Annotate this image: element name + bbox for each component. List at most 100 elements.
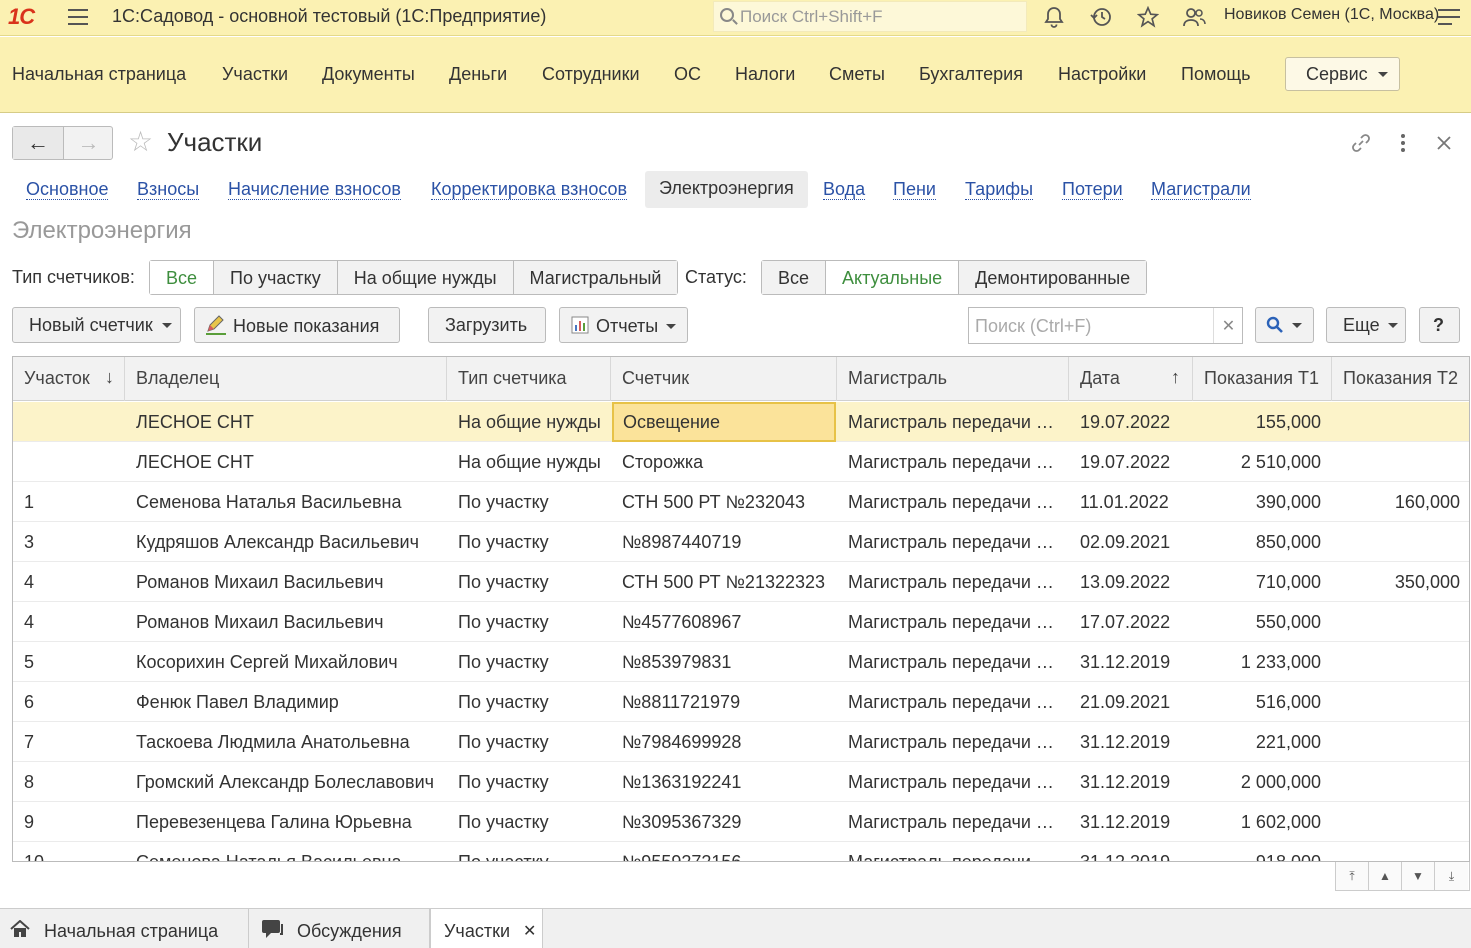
cell-reading-t2[interactable] <box>1332 642 1469 682</box>
clear-icon[interactable]: ✕ <box>1213 308 1243 343</box>
cell-main-line[interactable]: Магистраль передачи … <box>837 682 1069 722</box>
link-icon[interactable] <box>1348 130 1374 156</box>
window-tab-discussions[interactable]: Обсуждения <box>249 909 430 948</box>
cell-owner[interactable]: Фенюк Павел Владимир <box>125 682 447 722</box>
tab-fee-accrual[interactable]: Начисление взносов <box>228 179 401 200</box>
cell-reading-t2[interactable] <box>1332 682 1469 722</box>
cell-reading-t2[interactable] <box>1332 522 1469 562</box>
cell-reading-t2[interactable]: 350,000 <box>1332 562 1469 602</box>
table-row[interactable]: ЛЕСНОЕ СНТ На общие нужды Сторожка Магистра… <box>13 442 1469 482</box>
new-readings-button[interactable]: Новые показания <box>194 307 400 343</box>
menu-item-taxes[interactable]: Налоги <box>735 64 795 85</box>
cell-meter-type[interactable]: По участку <box>447 842 611 861</box>
window-tab-home[interactable]: Начальная страница <box>0 909 249 948</box>
tab-main[interactable]: Основное <box>26 179 109 200</box>
scroll-top-icon[interactable]: ⤒ <box>1336 862 1369 890</box>
cell-meter-type[interactable]: По участку <box>447 682 611 722</box>
cell-reading-t1[interactable]: 390,000 <box>1193 482 1332 522</box>
col-header-owner[interactable]: Владелец <box>125 357 447 401</box>
status-all[interactable]: Все <box>762 261 827 294</box>
users-icon[interactable] <box>1181 4 1207 30</box>
tab-penalties[interactable]: Пени <box>893 179 936 200</box>
service-button[interactable]: Сервис <box>1285 57 1400 91</box>
menu-item-help[interactable]: Помощь <box>1181 64 1251 85</box>
cell-reading-t2[interactable] <box>1332 762 1469 802</box>
cell-owner[interactable]: Таскоева Людмила Анатольевна <box>125 722 447 762</box>
cell-reading-t1[interactable]: 550,000 <box>1193 602 1332 642</box>
help-button[interactable]: ? <box>1419 307 1460 343</box>
favorite-star-icon[interactable]: ☆ <box>128 126 153 158</box>
load-button[interactable]: Загрузить <box>428 307 546 343</box>
col-header-meter-type[interactable]: Тип счетчика <box>447 357 611 401</box>
cell-meter[interactable]: Освещение <box>612 402 836 442</box>
cell-main-line[interactable]: Магистраль передачи … <box>837 442 1069 482</box>
cell-reading-t1[interactable]: 1 233,000 <box>1193 642 1332 682</box>
cell-meter[interactable]: №7984699928 <box>611 722 837 762</box>
cell-meter[interactable]: №853979831 <box>611 642 837 682</box>
cell-owner[interactable]: Косорихин Сергей Михайлович <box>125 642 447 682</box>
cell-date[interactable]: 21.09.2021 <box>1069 682 1193 722</box>
tab-water[interactable]: Вода <box>823 179 866 200</box>
meter-type-all[interactable]: Все <box>150 261 215 294</box>
more-vertical-icon[interactable] <box>1390 130 1416 156</box>
cell-date[interactable]: 19.07.2022 <box>1069 402 1193 442</box>
cell-reading-t1[interactable]: 2 510,000 <box>1193 442 1332 482</box>
cell-owner[interactable]: Кудряшов Александр Васильевич <box>125 522 447 562</box>
more-button[interactable]: Еще <box>1326 307 1406 343</box>
scroll-bottom-icon[interactable]: ⤓ <box>1435 862 1468 890</box>
tab-electricity[interactable]: Электроэнергия <box>645 171 808 208</box>
cell-reading-t2[interactable] <box>1332 402 1469 442</box>
cell-date[interactable]: 11.01.2022 <box>1069 482 1193 522</box>
col-header-meter[interactable]: Счетчик <box>611 357 837 401</box>
new-meter-button[interactable]: Новый счетчик <box>12 307 181 343</box>
hamburger-icon[interactable] <box>68 9 88 25</box>
cell-reading-t1[interactable]: 221,000 <box>1193 722 1332 762</box>
cell-date[interactable]: 31.12.2019 <box>1069 722 1193 762</box>
cell-meter-type[interactable]: По участку <box>447 642 611 682</box>
cell-reading-t1[interactable]: 155,000 <box>1193 402 1332 442</box>
cell-owner[interactable]: Громский Александр Болеславович <box>125 762 447 802</box>
cell-main-line[interactable]: Магистраль передачи … <box>837 602 1069 642</box>
star-icon[interactable] <box>1135 4 1161 30</box>
cell-main-line[interactable]: Магистраль передачи … <box>837 402 1069 442</box>
cell-reading-t1[interactable]: 850,000 <box>1193 522 1332 562</box>
cell-reading-t1[interactable]: 710,000 <box>1193 562 1332 602</box>
cell-meter[interactable]: Сторожка <box>611 442 837 482</box>
cell-reading-t2[interactable] <box>1332 722 1469 762</box>
menu-item-home[interactable]: Начальная страница <box>12 64 186 85</box>
cell-date[interactable]: 31.12.2019 <box>1069 762 1193 802</box>
meter-type-common[interactable]: На общие нужды <box>337 261 514 294</box>
menu-item-employees[interactable]: Сотрудники <box>542 64 640 85</box>
table-row[interactable]: 10 Семенова Наталья Васильевна По участку №… <box>13 842 1469 861</box>
cell-meter-type[interactable]: По участку <box>447 562 611 602</box>
cell-main-line[interactable]: Магистраль передачи … <box>837 802 1069 842</box>
cell-meter-type[interactable]: На общие нужды <box>447 402 611 442</box>
menu-item-estimates[interactable]: Сметы <box>829 64 885 85</box>
menu-item-plots[interactable]: Участки <box>222 64 288 85</box>
cell-meter[interactable]: №4577608967 <box>611 602 837 642</box>
meter-type-main[interactable]: Магистральный <box>513 261 678 294</box>
col-header-reading-t2[interactable]: Показания Т2 <box>1332 357 1469 401</box>
cell-reading-t2[interactable] <box>1332 802 1469 842</box>
tab-mains[interactable]: Магистрали <box>1151 179 1251 200</box>
cell-reading-t2[interactable] <box>1332 602 1469 642</box>
cell-plot[interactable]: 4 <box>13 562 125 602</box>
tab-losses[interactable]: Потери <box>1062 179 1123 200</box>
cell-reading-t1[interactable]: 2 000,000 <box>1193 762 1332 802</box>
cell-reading-t1[interactable]: 918,000 <box>1193 842 1332 861</box>
cell-owner[interactable]: Перевезенцева Галина Юрьевна <box>125 802 447 842</box>
back-arrow-icon[interactable]: ← <box>13 127 63 159</box>
cell-main-line[interactable]: Магистраль передачи … <box>837 522 1069 562</box>
table-row[interactable]: 3 Кудряшов Александр Васильевич По участку… <box>13 522 1469 562</box>
forward-arrow-icon[interactable]: → <box>64 127 113 159</box>
cell-reading-t1[interactable]: 1 602,000 <box>1193 802 1332 842</box>
table-row[interactable]: 9 Перевезенцева Галина Юрьевна По участку №… <box>13 802 1469 842</box>
table-row[interactable]: 7 Таскоева Людмила Анатольевна По участку №… <box>13 722 1469 762</box>
col-header-reading-t1[interactable]: Показания Т1 <box>1193 357 1332 401</box>
cell-plot[interactable]: 1 <box>13 482 125 522</box>
cell-owner[interactable]: Семенова Наталья Васильевна <box>125 482 447 522</box>
menu-item-accounting[interactable]: Бухгалтерия <box>919 64 1023 85</box>
cell-meter[interactable]: №3095367329 <box>611 802 837 842</box>
cell-main-line[interactable]: Магистраль передачи … <box>837 762 1069 802</box>
reports-button[interactable]: Отчеты <box>559 307 688 343</box>
